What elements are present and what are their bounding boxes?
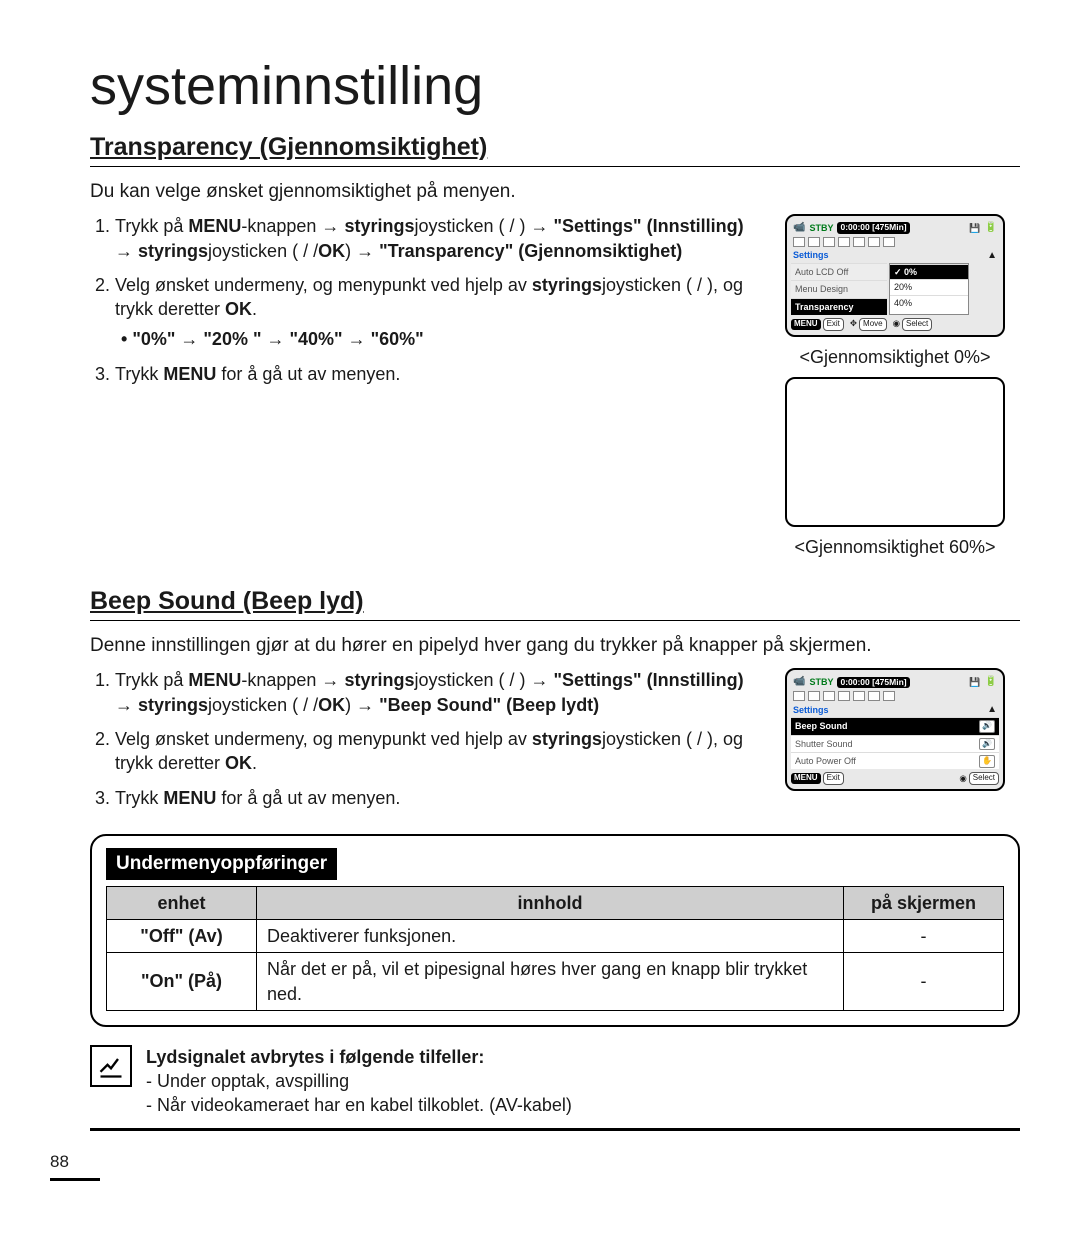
note-line-2: - Når videokameraet har en kabel tilkobl… xyxy=(146,1093,1020,1117)
popup-opt-40: 40% xyxy=(890,295,968,310)
transparency-popup: 0% 20% 40% xyxy=(889,263,969,314)
tab-icon xyxy=(793,691,805,701)
stby-label: STBY xyxy=(809,222,833,234)
lcd-preview-beep: STBY 0:00:00 [475Min] Settings ▲ Bee xyxy=(785,668,1005,790)
table-row: "On" (På) Når det er på, vil et pipesign… xyxy=(107,953,1004,1011)
sound-icon: 🔊 xyxy=(979,738,995,751)
submenu-table: enhet innhold på skjermen "Off" (Av) Dea… xyxy=(106,886,1004,1011)
triangle-up-icon: ▲ xyxy=(987,703,997,717)
note-line-1: - Under opptak, avspilling xyxy=(146,1069,1020,1093)
select-label: Select xyxy=(969,772,999,785)
menu-item-autolcd: Auto LCD Off xyxy=(791,263,887,280)
move-label: Move xyxy=(859,318,887,331)
tab-icon xyxy=(868,237,880,247)
beep-intro: Denne innstillingen gjør at du hører en … xyxy=(90,633,1020,659)
col-enhet: enhet xyxy=(107,886,257,919)
card-icon xyxy=(969,222,980,234)
menu-item-menudesign: Menu Design xyxy=(791,280,887,297)
col-skjerm: på skjermen xyxy=(844,886,1004,919)
popup-opt-0: 0% xyxy=(890,264,968,279)
battery-icon xyxy=(985,675,997,689)
step-3: Trykk MENU for å gå ut av menyen. xyxy=(115,362,752,386)
menu-item-transparency: Transparency xyxy=(791,298,887,315)
note-icon xyxy=(90,1045,132,1087)
step-1: Trykk på MENU-knappen → styringsjoystick… xyxy=(115,668,752,717)
transparency-intro: Du kan velge ønsket gjennomsiktighet på … xyxy=(90,179,1020,205)
exit-label: Exit xyxy=(823,318,844,331)
ok-dot-icon: ◉ xyxy=(959,773,966,784)
tab-icon xyxy=(838,237,850,247)
col-innhold: innhold xyxy=(257,886,844,919)
beep-steps: Trykk på MENU-knappen → styringsjoystick… xyxy=(90,668,752,809)
hand-icon: ✋ xyxy=(979,755,995,768)
lcd-caption-0pct: <Gjennomsiktighet 0%> xyxy=(799,345,990,369)
menu-item-beepsound: Beep Sound🔊 xyxy=(791,717,999,734)
lcd-section-label: Settings xyxy=(793,249,829,261)
page-title: systeminnstilling xyxy=(90,50,1020,123)
tab-icon xyxy=(838,691,850,701)
lcd-preview-transparency: STBY 0:00:00 [475Min] Settings ▲ xyxy=(785,214,1005,336)
note-block: Lydsignalet avbrytes i følgende tilfelle… xyxy=(90,1045,1020,1131)
select-label: Select xyxy=(902,318,932,331)
step-1: Trykk på MENU-knappen → styringsjoystick… xyxy=(115,214,752,263)
lcd-preview-blank xyxy=(785,377,1005,527)
submenu-title: Undermenyoppføringer xyxy=(106,848,337,880)
lcd-section-label: Settings xyxy=(793,704,829,716)
exit-label: Exit xyxy=(823,772,844,785)
tab-icon xyxy=(793,237,805,247)
joystick-icon: ✥ xyxy=(850,318,857,329)
tab-icon xyxy=(853,691,865,701)
beep-heading: Beep Sound (Beep lyd) xyxy=(90,585,1020,619)
camcorder-icon xyxy=(793,675,805,689)
tab-icon xyxy=(883,237,895,247)
page-number: 88 xyxy=(50,1151,1020,1181)
tab-icon xyxy=(868,691,880,701)
menu-key-icon: MENU xyxy=(791,773,821,784)
menu-item-autopoweroff: Auto Power Off✋ xyxy=(791,752,999,769)
menu-key-icon: MENU xyxy=(791,319,821,330)
triangle-up-icon: ▲ xyxy=(987,249,997,263)
stby-label: STBY xyxy=(809,676,833,688)
ok-dot-icon: ◉ xyxy=(893,318,900,329)
transparency-heading: Transparency (Gjennomsiktighet) xyxy=(90,131,1020,165)
menu-item-shuttersound: Shutter Sound🔊 xyxy=(791,735,999,752)
submenu-box: Undermenyoppføringer enhet innhold på sk… xyxy=(90,834,1020,1027)
tab-icon xyxy=(883,691,895,701)
tab-icon xyxy=(808,691,820,701)
step-3: Trykk MENU for å gå ut av menyen. xyxy=(115,786,752,810)
note-head: Lydsignalet avbrytes i følgende tilfelle… xyxy=(146,1045,1020,1069)
heading-rule xyxy=(90,620,1020,621)
record-time: 0:00:00 [475Min] xyxy=(837,222,909,233)
step-2: Velg ønsket undermeny, og menypunkt ved … xyxy=(115,273,752,352)
lcd-caption-60pct: <Gjennomsiktighet 60%> xyxy=(794,535,995,559)
battery-icon xyxy=(985,221,997,235)
tab-icon xyxy=(823,237,835,247)
card-icon xyxy=(969,676,980,688)
popup-opt-20: 20% xyxy=(890,279,968,294)
table-row: "Off" (Av) Deaktiverer funksjonen. - xyxy=(107,919,1004,952)
sound-icon: 🔊 xyxy=(979,720,995,733)
transparency-options: • "0%" → "20% " → "40%" → "60%" xyxy=(121,327,752,351)
record-time: 0:00:00 [475Min] xyxy=(837,677,909,688)
heading-rule xyxy=(90,166,1020,167)
camcorder-icon xyxy=(793,221,805,235)
tab-icon xyxy=(808,237,820,247)
transparency-steps: Trykk på MENU-knappen → styringsjoystick… xyxy=(90,214,752,386)
tab-icon xyxy=(823,691,835,701)
tab-icon xyxy=(853,237,865,247)
step-2: Velg ønsket undermeny, og menypunkt ved … xyxy=(115,727,752,776)
